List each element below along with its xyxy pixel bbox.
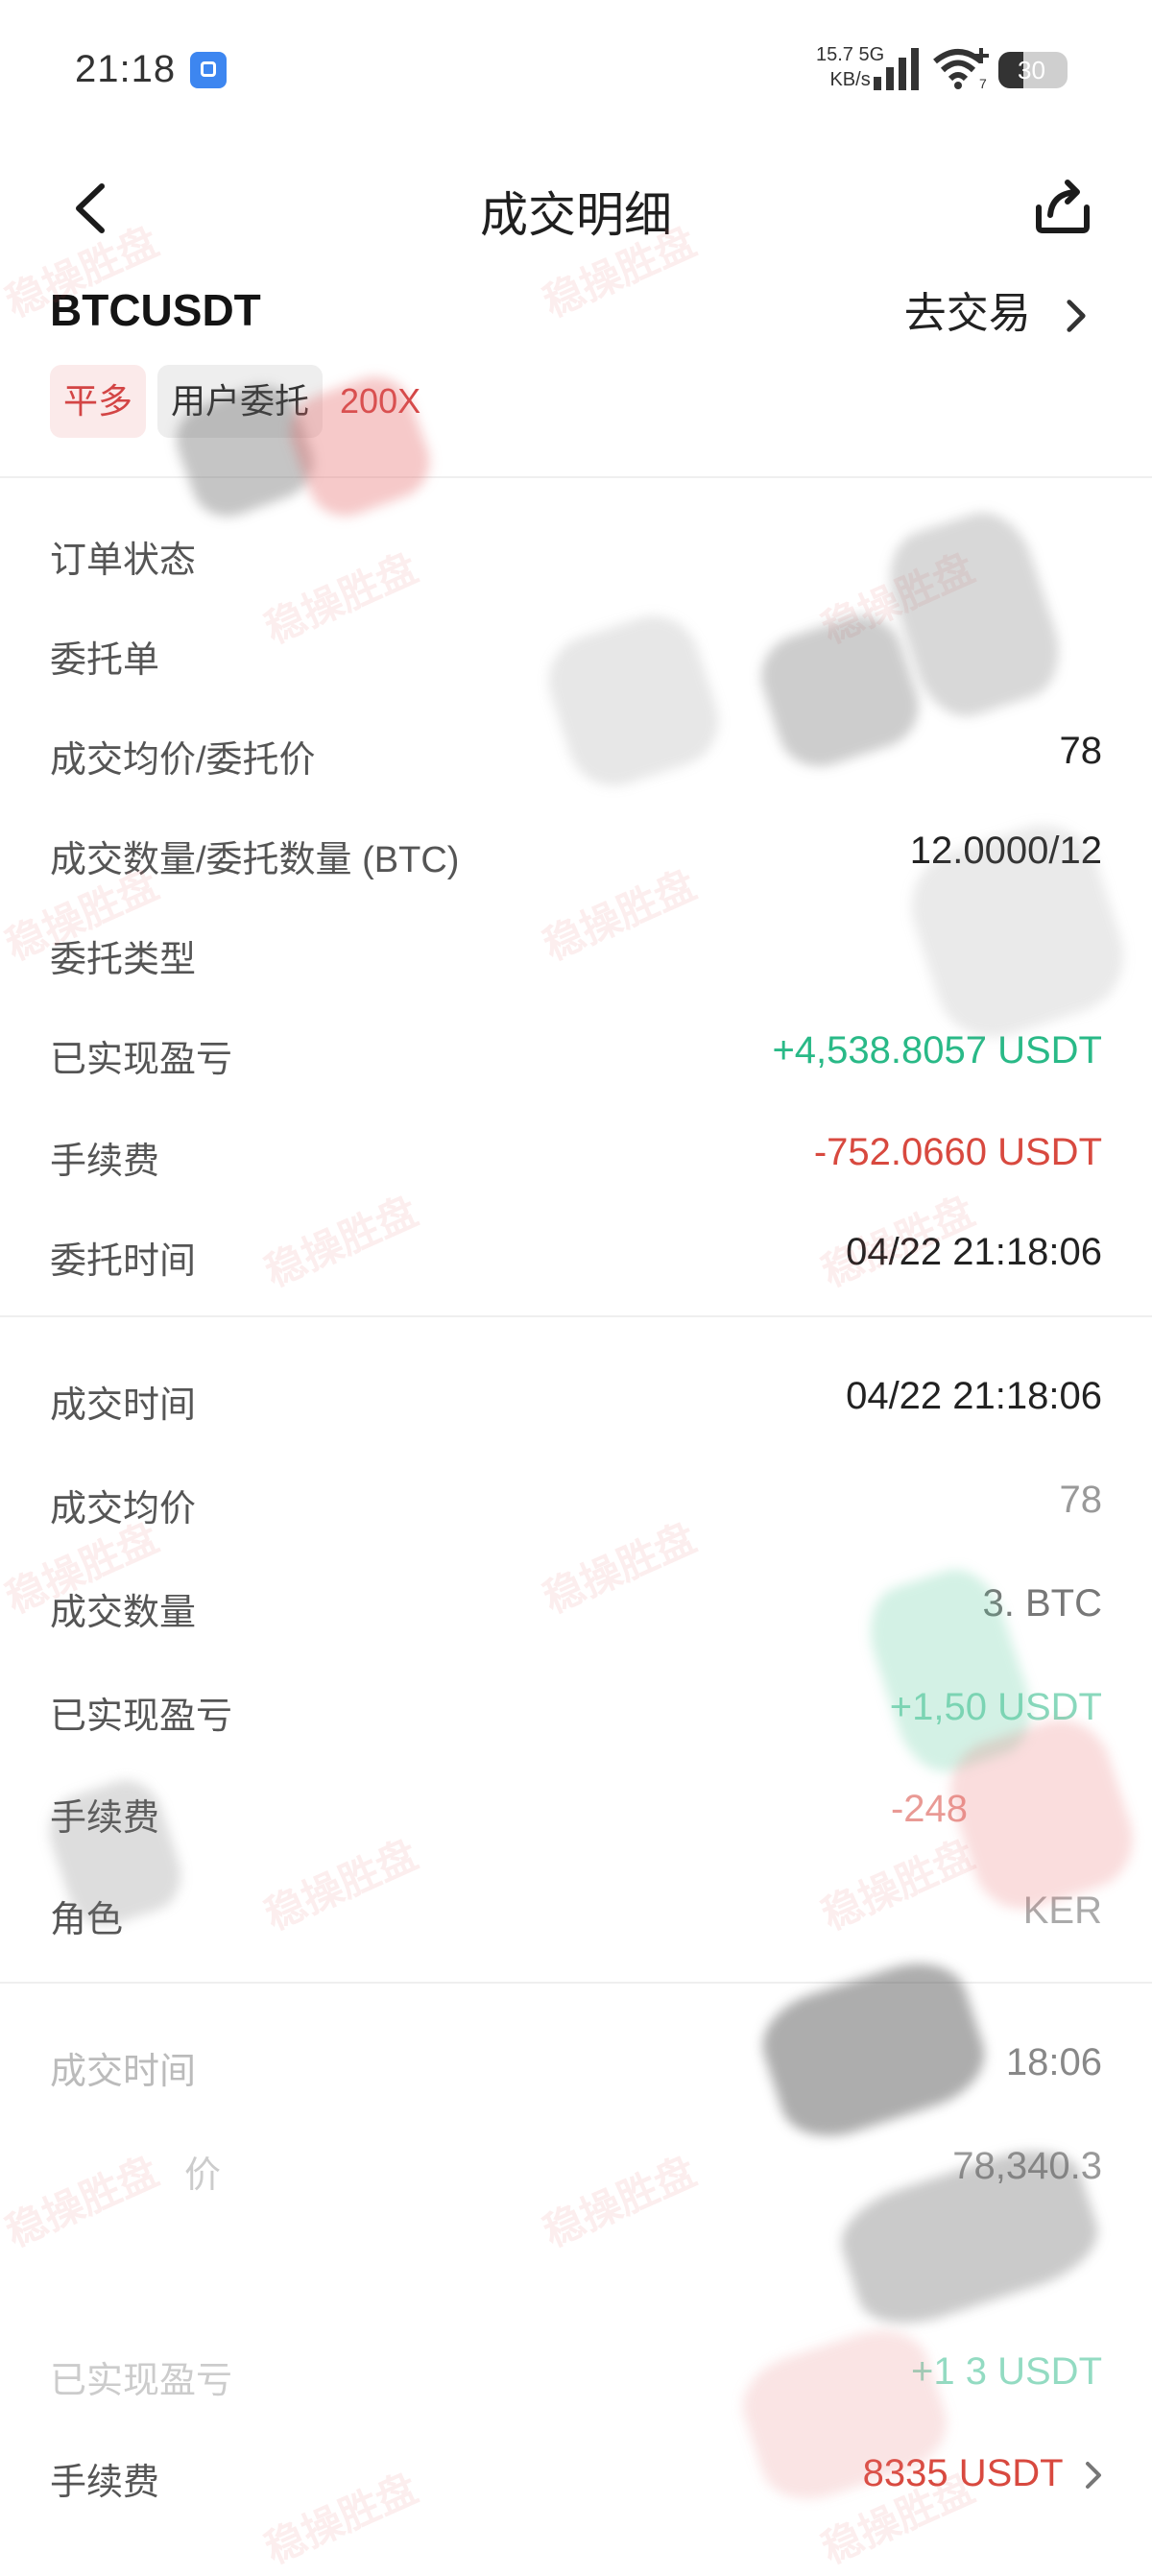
section-divider [0, 476, 1152, 478]
row-value-fee: -752.0660 USDT [813, 1131, 1102, 1173]
tag-side: 平多 [50, 365, 147, 438]
row-realized-pnl: 已实现盈亏 +4,538.8057 USDT [50, 1029, 1102, 1087]
app-notification-icon [190, 52, 227, 88]
net-speed-value: 15.7 [816, 44, 853, 65]
redaction-scribble [751, 1948, 996, 2152]
row-value: 04/22 21:18:06 [846, 1375, 1102, 1417]
row-label: 订单状态 [50, 541, 197, 581]
section-divider [0, 1982, 1152, 1984]
row-label: 委托单 [50, 640, 160, 681]
row-label: 成交时间 [50, 1385, 197, 1426]
status-bar: 21:18 15.7 5G KB/s 7 30 [0, 0, 1152, 144]
goto-trade-label: 去交易 [903, 290, 1031, 337]
share-icon[interactable] [1033, 173, 1092, 236]
row-value: 78 [1059, 730, 1103, 772]
row-value: 18:06 [1005, 2041, 1102, 2083]
wifi-number: 7 [979, 76, 987, 90]
row-label: 价 [184, 2155, 222, 2196]
row-label: 已实现盈亏 [50, 2361, 233, 2401]
row-label: 已实现盈亏 [50, 1040, 233, 1080]
row-label: 手续费 [50, 1142, 160, 1182]
chevron-right-icon [1086, 2462, 1101, 2490]
row-fill-price: 成交均价 78 [50, 1479, 1102, 1536]
row-label: 手续费 [50, 2463, 160, 2503]
row-fill-role: 角色 KER [50, 1890, 1102, 1947]
battery-icon: 30 [998, 52, 1068, 88]
row-fill-time: 成交时间 04/22 21:18:06 [50, 1375, 1102, 1432]
section-divider [0, 1315, 1152, 1317]
wifi-icon: 7 [933, 48, 989, 90]
row-label: 委托时间 [50, 1241, 197, 1282]
row-label: 已实现盈亏 [50, 1697, 233, 1737]
status-time: 21:18 [75, 48, 177, 90]
page-title: 成交明细 [480, 188, 672, 242]
goto-trade-link[interactable]: 去交易 [904, 278, 1087, 340]
row-fee: 手续费 -752.0660 USDT [50, 1131, 1102, 1189]
nav-bar: 成交明细 [0, 163, 1152, 250]
row-value: 78 [1059, 1479, 1103, 1521]
row-label: 成交时间 [50, 2052, 197, 2092]
chevron-right-icon [1067, 300, 1086, 333]
signal-icon [874, 48, 919, 90]
row-label: 成交均价/委托价 [50, 740, 316, 781]
battery-level: 30 [1018, 56, 1045, 84]
row-fill2-pnl: 已实现盈亏 +1 3 USDT [50, 2350, 1102, 2408]
row-value-pnl: +4,538.8057 USDT [772, 1029, 1102, 1071]
row-value-pnl: +1 3 USDT [911, 2350, 1102, 2393]
